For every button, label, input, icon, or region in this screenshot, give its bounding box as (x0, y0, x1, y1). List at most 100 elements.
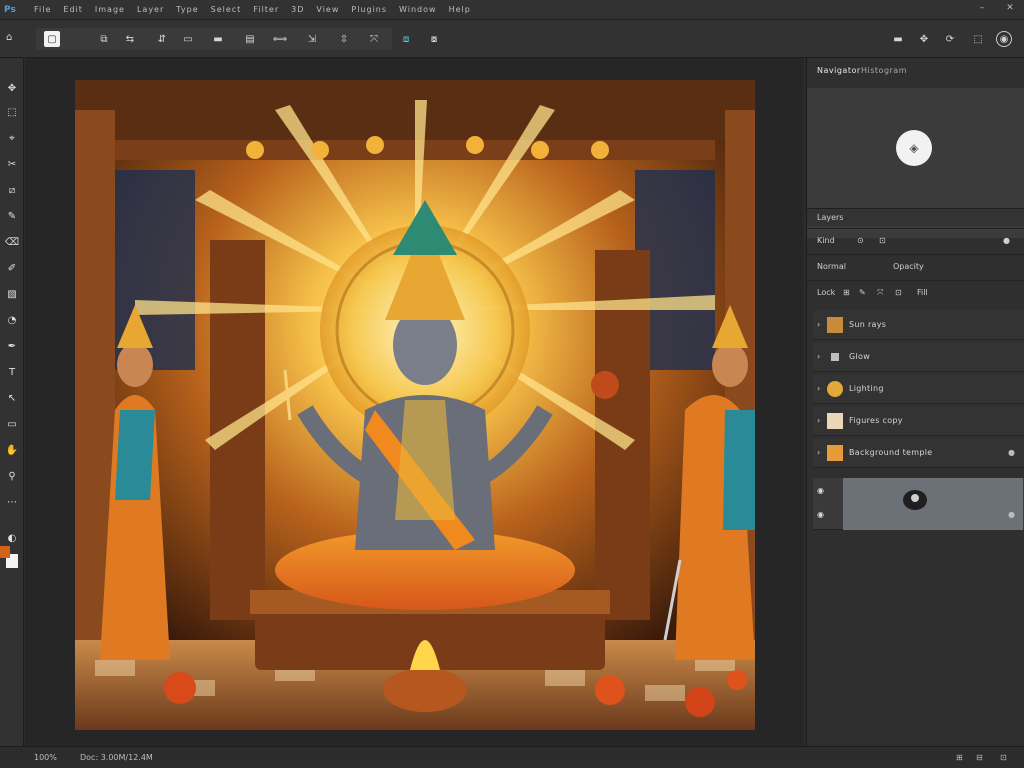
search-button[interactable]: ▬ (890, 31, 906, 47)
rotate-icon[interactable]: ⟳ (942, 31, 958, 47)
align-middle-button[interactable]: ▬ (210, 31, 226, 47)
shape-tool-icon[interactable]: ▭ (4, 416, 20, 432)
menu-select[interactable]: Select (211, 5, 242, 14)
visibility-eye-icon[interactable]: ◉ (817, 486, 824, 495)
opacity-field[interactable]: Opacity (893, 262, 924, 271)
healing-tool-icon[interactable]: ⌫ (4, 234, 20, 250)
marquee-tool-icon[interactable]: ⬚ (4, 104, 20, 120)
lock-label: Lock (817, 288, 836, 297)
history-brush-tool-icon[interactable]: ◔ (4, 312, 20, 328)
tools-panel: ✥ ⬚ ⌖ ✂ ⧄ ✎ ⌫ ✐ ▧ ◔ ✒ T ↖ ▭ ✋ ⚲ ⋯ ◐ (0, 58, 24, 746)
lock-artboard-icon[interactable]: ⤧ (877, 288, 883, 298)
layer-row[interactable]: › Sun rays (813, 310, 1024, 340)
menu-help[interactable]: Help (449, 5, 471, 14)
lasso-tool-icon[interactable]: ⌖ (4, 130, 20, 146)
layer-name[interactable]: Lighting (849, 384, 884, 393)
distribute-button[interactable]: ⟺ (272, 31, 288, 47)
layer-row[interactable]: › Glow (813, 342, 1024, 372)
menu-3d[interactable]: 3D (291, 5, 304, 14)
layer-kind-dropdown[interactable]: Kind (817, 236, 835, 245)
menu-filter[interactable]: Filter (253, 5, 279, 14)
lock-pixels-icon[interactable]: ⊞ (843, 288, 850, 297)
layers-filter-row: Kind ⊙ ⊡ ● (807, 228, 1024, 254)
layer-thumbnail (827, 381, 843, 397)
layer-expand-icon[interactable]: › (817, 416, 820, 425)
eraser-tool-icon[interactable]: ✒ (4, 338, 20, 354)
eyedropper-tool-icon[interactable]: ✎ (4, 208, 20, 224)
layer-name[interactable]: Background temple (849, 448, 932, 457)
layer-row[interactable]: › Background temple ● (813, 438, 1024, 468)
layer-name[interactable]: Figures copy (849, 416, 903, 425)
layer-row[interactable]: › Lighting (813, 374, 1024, 404)
tool-preset-icon[interactable]: ⌂ (6, 32, 20, 46)
tab-histogram[interactable]: Histogram (861, 66, 907, 75)
lock-all-icon[interactable]: ⊡ (895, 288, 902, 297)
move-tool-icon[interactable]: ✥ (4, 80, 20, 96)
hand-tool-icon[interactable]: ✋ (4, 442, 20, 458)
view-fit-icon[interactable]: ⊡ (1000, 753, 1007, 762)
foreground-color-swatch[interactable] (0, 546, 10, 558)
crop-tool-icon[interactable]: ⧄ (4, 182, 20, 198)
menu-file[interactable]: File (34, 5, 51, 14)
align-vertical-button[interactable]: ⇵ (154, 31, 170, 47)
layer-expand-icon[interactable]: › (817, 352, 820, 361)
layer-expand-icon[interactable]: › (817, 448, 820, 457)
lock-position-icon[interactable]: ✎ (859, 288, 866, 297)
tab-navigator[interactable]: Navigator (817, 66, 861, 75)
visibility-eye-icon[interactable]: ◉ (817, 510, 824, 519)
status-bar: 100% Doc: 3.00M/12.4M ⊞ ⊟ ⊡ (0, 746, 1024, 768)
quick-mask-icon[interactable]: ◐ (4, 530, 20, 546)
path-select-tool-icon[interactable]: ↖ (4, 390, 20, 406)
zoom-level[interactable]: 100% (34, 753, 57, 762)
align-bottom-button[interactable]: ▤ (242, 31, 258, 47)
type-tool-icon[interactable]: T (4, 364, 20, 380)
document-image[interactable] (75, 80, 755, 730)
menu-image[interactable]: Image (95, 5, 125, 14)
align-top-button[interactable]: ▭ (180, 31, 196, 47)
lock-row: Lock ⊞ ✎ ⤧ ⊡ Fill (807, 280, 1024, 306)
layers-panel-header[interactable]: Layers (807, 208, 1024, 226)
workspace-icon[interactable]: ⬚ (970, 31, 986, 47)
align-horizontal-button[interactable]: ⇆ (122, 31, 138, 47)
filter-toggle-icon[interactable]: ● (1003, 236, 1010, 245)
menu-edit[interactable]: Edit (63, 5, 83, 14)
layer-name[interactable]: Glow (849, 352, 870, 361)
more-tools-icon[interactable]: ⋯ (4, 494, 20, 510)
layer-name[interactable]: Sun rays (849, 320, 886, 329)
distribute-height-button[interactable]: ⇳ (336, 31, 352, 47)
auto-select-button[interactable]: ▢ (44, 31, 60, 47)
move-icon[interactable]: ✥ (916, 31, 932, 47)
3d-mode-button[interactable]: ⤧ (366, 31, 382, 47)
distribute-spacing-button[interactable]: ⇲ (304, 31, 320, 47)
navigator-zoom-icon[interactable]: ◈ (896, 130, 932, 166)
more-options-button[interactable]: ⧇ (426, 31, 442, 47)
layer-expand-icon[interactable]: › (817, 384, 820, 393)
blend-row: Normal Opacity (807, 254, 1024, 280)
view-grid-icon[interactable]: ⊞ (956, 753, 963, 762)
stamp-tool-icon[interactable]: ▧ (4, 286, 20, 302)
layer-expand-icon[interactable]: › (817, 320, 820, 329)
filter-adjustment-icon[interactable]: ⊡ (879, 236, 886, 245)
share-icon[interactable]: ◉ (996, 31, 1012, 47)
brush-tool-icon[interactable]: ✐ (4, 260, 20, 276)
close-icon[interactable]: ✕ (1004, 3, 1016, 15)
menu-layer[interactable]: Layer (137, 5, 164, 14)
menu-type[interactable]: Type (176, 5, 198, 14)
selected-layer-row[interactable]: ◉ ◉ ● (813, 478, 1024, 530)
minimize-icon[interactable]: – (976, 3, 988, 15)
layer-options-icon[interactable]: ● (1008, 448, 1015, 457)
quick-select-tool-icon[interactable]: ✂ (4, 156, 20, 172)
zoom-tool-icon[interactable]: ⚲ (4, 468, 20, 484)
blend-mode-dropdown[interactable]: Normal (817, 262, 846, 271)
menu-view[interactable]: View (316, 5, 339, 14)
view-split-icon[interactable]: ⊟ (976, 753, 983, 762)
menu-plugins[interactable]: Plugins (351, 5, 387, 14)
layer-row[interactable]: › Figures copy (813, 406, 1024, 436)
menu-window[interactable]: Window (399, 5, 437, 14)
layer-options-icon[interactable]: ● (1008, 510, 1015, 519)
transform-controls-button[interactable]: ⧉ (96, 31, 112, 47)
canvas-area[interactable] (25, 58, 803, 746)
transform-icon[interactable]: ⧈ (398, 31, 414, 47)
fill-field[interactable]: Fill (917, 288, 928, 297)
filter-pixel-icon[interactable]: ⊙ (857, 236, 864, 245)
